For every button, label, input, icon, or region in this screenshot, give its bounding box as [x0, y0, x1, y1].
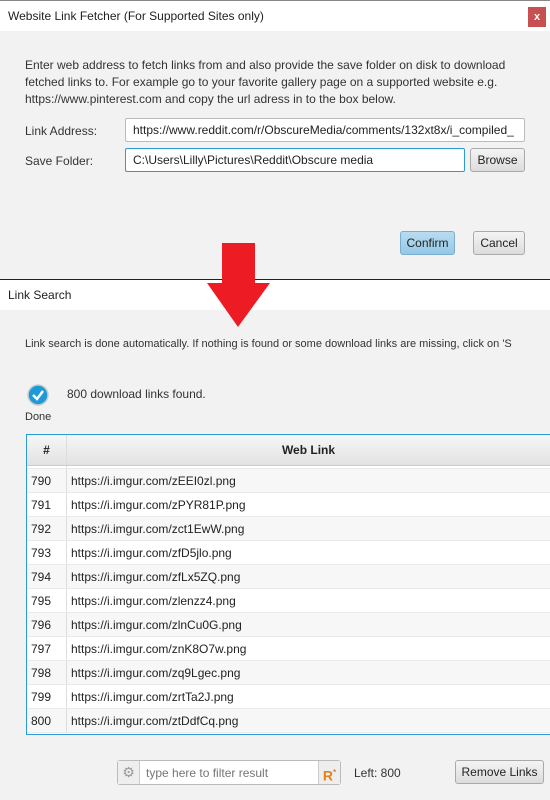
- table-header: # Web Link: [27, 435, 550, 466]
- row-number: 798: [27, 661, 67, 684]
- description: Enter web address to fetch links from an…: [25, 58, 506, 106]
- row-link: https://i.imgur.com/zlnCu0G.png: [71, 618, 242, 632]
- row-number: 793: [27, 541, 67, 564]
- cancel-button[interactable]: Cancel: [473, 231, 525, 255]
- row-link: https://i.imgur.com/zfD5jlo.png: [71, 546, 232, 560]
- row-number: 800: [27, 709, 67, 732]
- info-text: Link search is done automatically. If no…: [25, 338, 512, 350]
- row-number: 790: [27, 469, 67, 492]
- table-row[interactable]: 795 https://i.imgur.com/zlenzz4.png: [27, 589, 550, 613]
- gear-icon[interactable]: ⚙: [118, 761, 140, 784]
- row-link: https://i.imgur.com/ztDdfCq.png: [71, 714, 239, 728]
- row-number: 794: [27, 565, 67, 588]
- dialog-title: Website Link Fetcher (For Supported Site…: [8, 9, 264, 23]
- table-row[interactable]: 793 https://i.imgur.com/zfD5jlo.png: [27, 541, 550, 565]
- row-number: 792: [27, 517, 67, 540]
- row-number: 791: [27, 493, 67, 516]
- table-row[interactable]: 796 https://i.imgur.com/zlnCu0G.png: [27, 613, 550, 637]
- table-row[interactable]: 799 https://i.imgur.com/zrtTa2J.png: [27, 685, 550, 709]
- row-link: https://i.imgur.com/zlenzz4.png: [71, 594, 236, 608]
- link-search-title: Link Search: [8, 288, 72, 302]
- table-row[interactable]: 800 https://i.imgur.com/ztDdfCq.png: [27, 709, 550, 733]
- row-link: https://i.imgur.com/zrtTa2J.png: [71, 690, 234, 704]
- status-text: 800 download links found.: [67, 387, 206, 401]
- link-address-label: Link Address:: [25, 124, 98, 138]
- link-address-input[interactable]: https://www.reddit.com/r/ObscureMedia/co…: [125, 118, 525, 142]
- status-label: Done: [25, 411, 52, 423]
- column-web-link[interactable]: Web Link: [67, 435, 550, 465]
- table-row[interactable]: 790 https://i.imgur.com/zEEI0zl.png: [27, 469, 550, 493]
- table-row[interactable]: 791 https://i.imgur.com/zPYR81P.png: [27, 493, 550, 517]
- row-link: https://i.imgur.com/znK8O7w.png: [71, 642, 247, 656]
- browse-button[interactable]: Browse: [470, 148, 525, 172]
- close-button[interactable]: x: [528, 7, 546, 27]
- row-link: https://i.imgur.com/zfLx5ZQ.png: [71, 570, 241, 584]
- row-number: 795: [27, 589, 67, 612]
- row-number: 799: [27, 685, 67, 708]
- dialog-title-bar: Website Link Fetcher (For Supported Site…: [0, 0, 550, 31]
- table-row[interactable]: 792 https://i.imgur.com/zct1EwW.png: [27, 517, 550, 541]
- links-table[interactable]: # Web Link 790 https://i.imgur.com/zEEI0z…: [26, 434, 550, 735]
- save-folder-input[interactable]: C:\Users\Lilly\Pictures\Reddit\Obscure m…: [125, 148, 465, 172]
- table-row[interactable]: 797 https://i.imgur.com/znK8O7w.png: [27, 637, 550, 661]
- save-folder-label: Save Folder:: [25, 154, 94, 168]
- column-number[interactable]: #: [27, 435, 67, 465]
- down-arrow-icon: [207, 243, 270, 327]
- filter-input[interactable]: [140, 761, 318, 784]
- row-link: https://i.imgur.com/zct1EwW.png: [71, 522, 245, 536]
- row-link: https://i.imgur.com/zPYR81P.png: [71, 498, 246, 512]
- row-link: https://i.imgur.com/zq9Lgec.png: [71, 666, 241, 680]
- link-search-title-bar: Link Search: [0, 279, 550, 310]
- row-number: 797: [27, 637, 67, 660]
- filter-box: ⚙ R*: [117, 760, 341, 785]
- regex-icon[interactable]: R*: [318, 761, 340, 784]
- check-circle-icon: [27, 384, 49, 406]
- left-count: Left: 800: [354, 766, 401, 780]
- remove-links-button[interactable]: Remove Links: [455, 760, 544, 784]
- row-link: https://i.imgur.com/zEEI0zl.png: [71, 474, 236, 488]
- row-number: 796: [27, 613, 67, 636]
- table-row[interactable]: 794 https://i.imgur.com/zfLx5ZQ.png: [27, 565, 550, 589]
- table-row[interactable]: 798 https://i.imgur.com/zq9Lgec.png: [27, 661, 550, 685]
- confirm-button[interactable]: Confirm: [400, 231, 455, 255]
